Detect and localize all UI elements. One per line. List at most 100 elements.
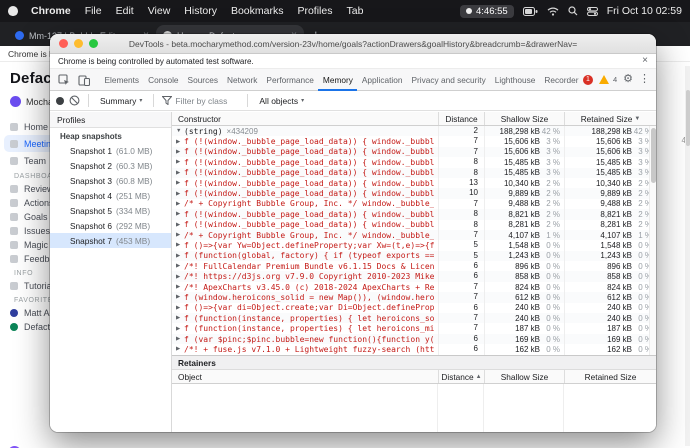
disclosure-triangle-icon[interactable]: ▶ bbox=[176, 139, 184, 145]
device-toolbar-icon[interactable] bbox=[74, 74, 94, 86]
heap-snapshot-item[interactable]: Snapshot 6 (292 MB) bbox=[50, 218, 171, 233]
table-row[interactable]: ▶ f (!(window._bubble_page_load_data)) {… bbox=[172, 168, 656, 178]
table-row[interactable]: ▶ f (function(global, factory) { if (typ… bbox=[172, 251, 656, 261]
menu-item[interactable]: File bbox=[78, 5, 109, 17]
disclosure-triangle-icon[interactable]: ▶ bbox=[176, 149, 184, 155]
table-row[interactable]: ▶ f (!(window._bubble_page_load_data)) {… bbox=[172, 136, 656, 146]
grid-scrollbar[interactable] bbox=[649, 126, 656, 355]
disclosure-triangle-icon[interactable]: ▶ bbox=[176, 201, 184, 207]
table-row[interactable]: ▶ /* + Copyright Bubble Group, Inc. */ w… bbox=[172, 230, 656, 240]
table-row[interactable]: ▶ /*! + fuse.js v7.1.0 + Lightweight fuz… bbox=[172, 344, 656, 354]
view-mode-select[interactable]: Summary ▾ bbox=[97, 96, 145, 106]
menu-item[interactable]: Bookmarks bbox=[224, 5, 291, 17]
apple-logo-icon[interactable] bbox=[8, 6, 18, 16]
disclosure-triangle-icon[interactable]: ▶ bbox=[176, 191, 184, 197]
table-row[interactable]: ▶ /*! ApexCharts v3.45.0 (c) 2018-2024 A… bbox=[172, 282, 656, 292]
disclosure-triangle-icon[interactable]: ▶ bbox=[176, 336, 184, 342]
disclosure-triangle-icon[interactable]: ▶ bbox=[176, 315, 184, 321]
disclosure-triangle-icon[interactable]: ▶ bbox=[176, 326, 184, 332]
column-header-distance[interactable]: Distance bbox=[438, 112, 484, 125]
menu-item[interactable]: History bbox=[177, 5, 224, 17]
table-row[interactable]: ▶ f ()=>{var Yw=Object.defineProperty;va… bbox=[172, 240, 656, 250]
inspect-element-icon[interactable] bbox=[54, 74, 74, 86]
column-header-retained-size[interactable]: Retained Size ▼ bbox=[564, 112, 656, 125]
table-row[interactable]: ▶ f (!(window._bubble_page_load_data)) {… bbox=[172, 157, 656, 167]
filter-by-class-input[interactable] bbox=[175, 96, 239, 106]
disclosure-triangle-icon[interactable]: ▶ bbox=[176, 284, 184, 290]
table-row[interactable]: ▶ f (!(window._bubble_page_load_data)) {… bbox=[172, 220, 656, 230]
heap-snapshot-item[interactable]: Snapshot 2 (60.3 MB) bbox=[50, 158, 171, 173]
kebab-menu-icon[interactable]: ⋮ bbox=[639, 74, 650, 85]
devtools-tab[interactable]: Console bbox=[144, 69, 183, 91]
heap-snapshot-item[interactable]: Snapshot 1 (61.0 MB) bbox=[50, 143, 171, 158]
disclosure-triangle-icon[interactable]: ▶ bbox=[176, 211, 184, 217]
minimize-window-button[interactable] bbox=[74, 39, 83, 48]
settings-gear-icon[interactable]: ⚙ bbox=[623, 74, 633, 85]
table-row[interactable]: ▶ /*! FullCalendar Premium Bundle v6.1.1… bbox=[172, 261, 656, 271]
disclosure-triangle-icon[interactable]: ▶ bbox=[176, 180, 184, 186]
table-row[interactable]: ▼ (string) ×434209 2 188,298 kB 42 % 188… bbox=[172, 126, 656, 136]
heap-snapshot-item[interactable]: Snapshot 5 (334 MB) bbox=[50, 203, 171, 218]
devtools-tab[interactable]: Application bbox=[357, 69, 407, 91]
table-row[interactable]: ▶ f (function(instance, properties) { le… bbox=[172, 323, 656, 333]
table-row[interactable]: ▶ /* + Copyright Bubble Group, Inc. */ w… bbox=[172, 199, 656, 209]
column-header-shallow-size[interactable]: Shallow Size bbox=[484, 112, 564, 125]
table-row[interactable]: ▶ f (window.heroicons_solid = new Map())… bbox=[172, 292, 656, 302]
table-row[interactable]: ▶ f (!(window._bubble_page_load_data)) {… bbox=[172, 188, 656, 198]
table-row[interactable]: ▶ f ()=>{var di=Object.create;var Di=Obj… bbox=[172, 303, 656, 313]
disclosure-triangle-icon[interactable]: ▶ bbox=[176, 159, 184, 165]
warning-icon[interactable] bbox=[599, 75, 609, 84]
disclosure-triangle-icon[interactable]: ▶ bbox=[176, 346, 184, 352]
table-row[interactable]: ▶ f (function(instance, properties) { le… bbox=[172, 313, 656, 323]
grid-scrollbar-thumb[interactable] bbox=[651, 128, 656, 183]
menu-bar-clock[interactable]: Fri Oct 10 02:59 bbox=[607, 5, 682, 17]
column-header-retained-size[interactable]: Retained Size bbox=[564, 370, 656, 383]
object-scope-select[interactable]: All objects ▾ bbox=[256, 96, 307, 106]
menu-item[interactable]: View bbox=[141, 5, 178, 17]
disclosure-triangle-icon[interactable]: ▶ bbox=[176, 253, 184, 259]
disclosure-triangle-icon[interactable]: ▶ bbox=[176, 222, 184, 228]
heap-snapshot-item[interactable]: Snapshot 7 (453 MB) bbox=[50, 233, 171, 248]
menu-item[interactable]: Chrome bbox=[24, 5, 78, 17]
menu-item[interactable]: Tab bbox=[339, 5, 370, 17]
table-row[interactable]: ▶ f (var $pinc;$pinc.bubble=new function… bbox=[172, 334, 656, 344]
disclosure-triangle-icon[interactable]: ▶ bbox=[176, 274, 184, 280]
screen-recording-timer[interactable]: 4:46:55 bbox=[460, 5, 514, 18]
devtools-titlebar[interactable]: DevTools - beta.mocharymethod.com/versio… bbox=[50, 34, 656, 54]
devtools-tab[interactable]: Lighthouse bbox=[490, 69, 540, 91]
menu-item[interactable]: Profiles bbox=[290, 5, 339, 17]
spotlight-search-icon[interactable] bbox=[568, 6, 578, 16]
heap-snapshot-item[interactable]: Snapshot 3 (60.8 MB) bbox=[50, 173, 171, 188]
table-row[interactable]: ▶ f (!(window._bubble_page_load_data)) {… bbox=[172, 178, 656, 188]
close-window-button[interactable] bbox=[59, 39, 68, 48]
table-row[interactable]: ▶ /*! https://d3js.org v7.9.0 Copyright … bbox=[172, 271, 656, 281]
column-header-shallow-size[interactable]: Shallow Size bbox=[484, 370, 564, 383]
control-center-icon[interactable] bbox=[587, 7, 598, 16]
disclosure-triangle-icon[interactable]: ▶ bbox=[176, 305, 184, 311]
take-snapshot-button[interactable] bbox=[56, 97, 64, 105]
disclosure-triangle-icon[interactable]: ▶ bbox=[176, 263, 184, 269]
column-header-constructor[interactable]: Constructor bbox=[172, 112, 438, 125]
zoom-window-button[interactable] bbox=[89, 39, 98, 48]
devtools-tab[interactable]: Elements bbox=[100, 69, 144, 91]
disclosure-triangle-icon[interactable]: ▶ bbox=[176, 242, 184, 248]
disclosure-triangle-icon[interactable]: ▶ bbox=[176, 232, 184, 238]
table-row[interactable]: ▶ f (!(window._bubble_page_load_data)) {… bbox=[172, 147, 656, 157]
devtools-tab[interactable]: Recorder bbox=[540, 69, 583, 91]
heap-snapshot-item[interactable]: Snapshot 4 (251 MB) bbox=[50, 188, 171, 203]
wifi-icon[interactable] bbox=[547, 7, 559, 16]
page-scrollbar[interactable] bbox=[685, 66, 690, 446]
battery-icon[interactable] bbox=[523, 7, 538, 16]
devtools-tab[interactable]: Network bbox=[222, 69, 261, 91]
error-count-badge[interactable]: 1 bbox=[583, 75, 593, 85]
column-header-object[interactable]: Object bbox=[172, 370, 438, 383]
disclosure-triangle-icon[interactable]: ▶ bbox=[176, 170, 184, 176]
table-row[interactable]: ▶ f (!(window._bubble_page_load_data)) {… bbox=[172, 209, 656, 219]
devtools-tab[interactable]: Sources bbox=[183, 69, 222, 91]
disclosure-triangle-icon[interactable]: ▶ bbox=[176, 294, 184, 300]
column-header-distance[interactable]: Distance ▲ bbox=[438, 370, 484, 383]
close-notice-icon[interactable]: × bbox=[642, 56, 648, 66]
disclosure-triangle-icon[interactable]: ▼ bbox=[176, 128, 184, 134]
devtools-tab[interactable]: Performance bbox=[262, 69, 319, 91]
devtools-tab[interactable]: Memory bbox=[318, 69, 357, 91]
